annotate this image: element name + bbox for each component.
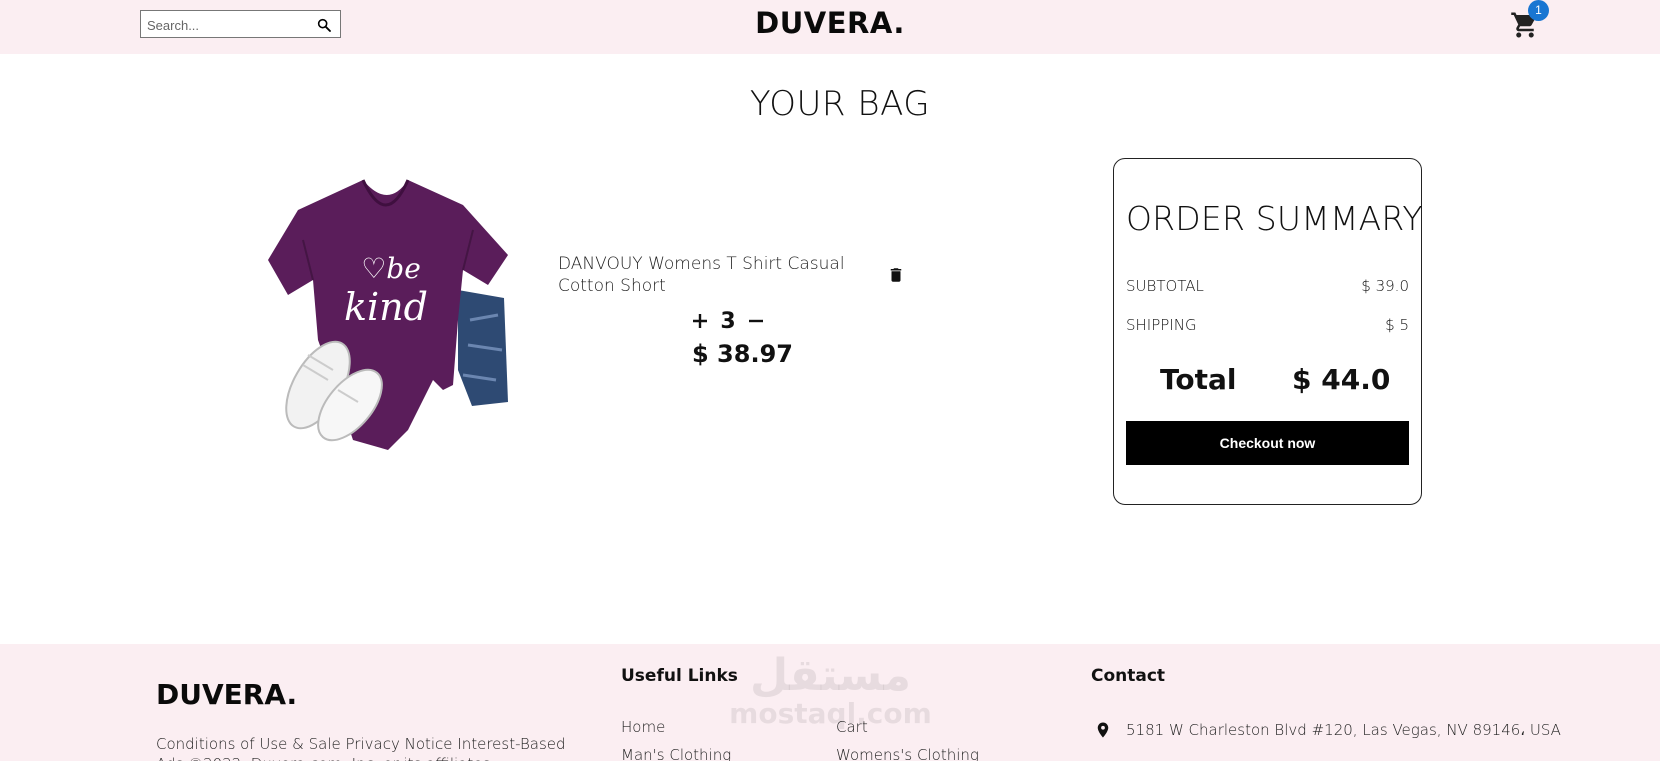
minus-icon (749, 319, 763, 323)
summary-title: ORDER SUMMARY (1126, 199, 1423, 238)
shipping-row: SHIPPING $ 5 (1126, 316, 1409, 334)
quantity-stepper: 3 (688, 308, 768, 334)
footer-logo[interactable]: DUVERA. (156, 678, 297, 711)
trash-icon[interactable] (887, 264, 905, 286)
contact-heading: Contact (1091, 666, 1166, 686)
total-value: $ 44.0 (1292, 363, 1391, 396)
plus-icon (693, 314, 707, 328)
total-label: Total (1160, 363, 1237, 396)
footer-link-cart[interactable]: Cart (836, 718, 868, 736)
footer-link-home[interactable]: Home (621, 718, 665, 736)
item-price: $ 38.97 (692, 340, 793, 368)
subtotal-label: SUBTOTAL (1126, 277, 1204, 295)
quantity-value: 3 (720, 308, 736, 334)
shipping-value: $ 5 (1385, 316, 1409, 334)
page-title: YOUR BAG (749, 84, 931, 124)
shipping-label: SHIPPING (1126, 316, 1197, 334)
svg-text:kind: kind (344, 285, 428, 329)
increase-quantity-button[interactable] (688, 309, 712, 333)
subtotal-row: SUBTOTAL $ 39.0 (1126, 277, 1409, 295)
contact-address: 5181 W Charleston Blvd #120, Las Vegas, … (1094, 720, 1561, 740)
footer-link-mens-clothing[interactable]: Man's Clothing (621, 746, 731, 761)
product-image[interactable]: ♡be kind (258, 170, 508, 460)
footer-link-womens-clothing[interactable]: Womens's Clothing (836, 746, 979, 761)
cart-count-badge: 1 (1528, 0, 1549, 21)
site-header: DUVERA. 1 (0, 0, 1660, 54)
decrease-quantity-button[interactable] (744, 309, 768, 333)
useful-links-heading: Useful Links (621, 666, 738, 686)
svg-text:♡be: ♡be (361, 252, 421, 285)
address-text: 5181 W Charleston Blvd #120, Las Vegas, … (1126, 721, 1561, 739)
site-footer: DUVERA. Conditions of Use & Sale Privacy… (0, 644, 1660, 761)
subtotal-value: $ 39.0 (1361, 277, 1409, 295)
product-name[interactable]: DANVOUY Womens T Shirt Casual Cotton Sho… (558, 253, 848, 297)
checkout-button[interactable]: Checkout now (1126, 421, 1409, 465)
location-pin-icon (1097, 722, 1109, 738)
order-summary: ORDER SUMMARY SUBTOTAL $ 39.0 SHIPPING $… (1113, 158, 1423, 505)
site-logo[interactable]: DUVERA. (0, 6, 1660, 40)
footer-description: Conditions of Use & Sale Privacy Notice … (156, 735, 566, 761)
